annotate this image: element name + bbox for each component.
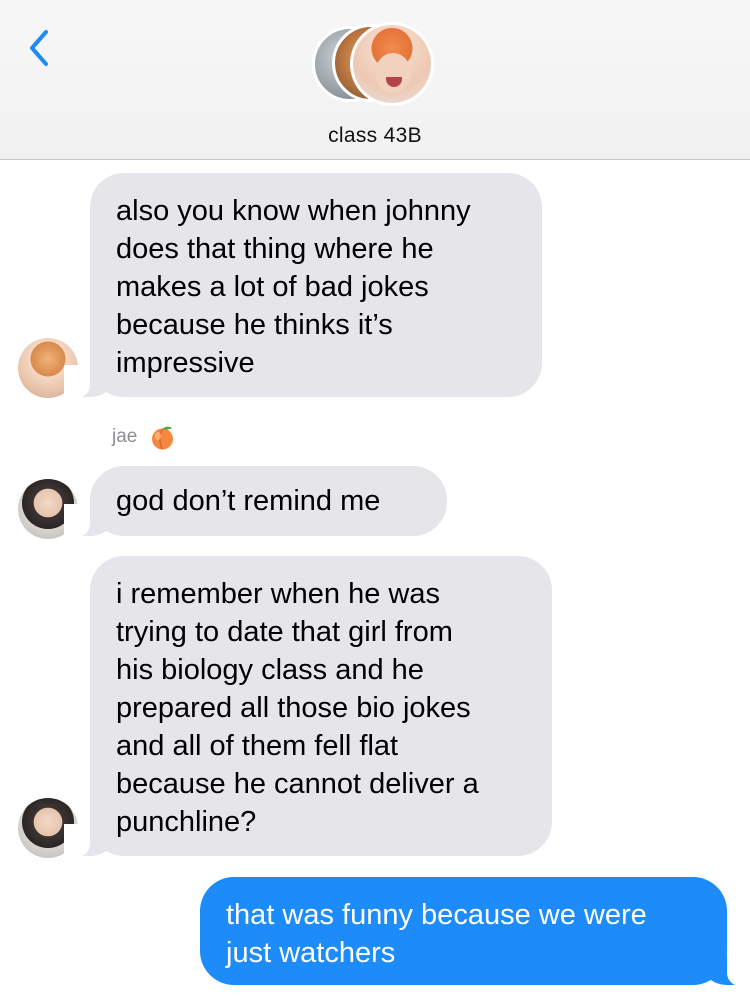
group-avatar-stack[interactable]: [312, 22, 442, 108]
message-line: god don’t remind me: [116, 485, 381, 517]
message-line: his biology class and he: [116, 654, 424, 686]
message-line: trying to date that girl from: [116, 616, 453, 648]
group-member-avatar: [350, 22, 434, 106]
avatar-face: [375, 53, 411, 93]
message-bubble-incoming[interactable]: also you know when johnny does that thin…: [64, 173, 542, 399]
message-line: just watchers: [226, 937, 396, 969]
message-bubble-outgoing[interactable]: that was funny because we were just watc…: [200, 877, 750, 987]
message-line: that was funny because we were: [226, 899, 647, 931]
message-line: makes a lot of bad jokes: [116, 271, 429, 303]
message-line: does that thing where he: [116, 233, 434, 265]
message-line: and all of them fell flat: [116, 730, 399, 762]
back-button[interactable]: [24, 28, 56, 68]
message-line: i remember when he was: [116, 578, 440, 610]
conversation-header: class 43B: [0, 0, 750, 160]
sender-name: jae: [112, 426, 138, 447]
message-bubble-incoming[interactable]: i remember when he was trying to date th…: [64, 556, 552, 858]
peach-emoji-icon: [152, 426, 173, 450]
group-name[interactable]: class 43B: [0, 124, 750, 148]
message-line: also you know when johnny: [116, 195, 471, 227]
message-line: because he cannot deliver a: [116, 768, 479, 800]
message-line: because he thinks it’s: [116, 309, 393, 341]
message-line: punchline?: [116, 806, 257, 838]
message-bubble-incoming[interactable]: god don’t remind me: [64, 466, 447, 538]
message-line: prepared all those bio jokes: [116, 692, 471, 724]
message-line: impressive: [116, 347, 255, 379]
chevron-left-icon: [30, 30, 48, 66]
